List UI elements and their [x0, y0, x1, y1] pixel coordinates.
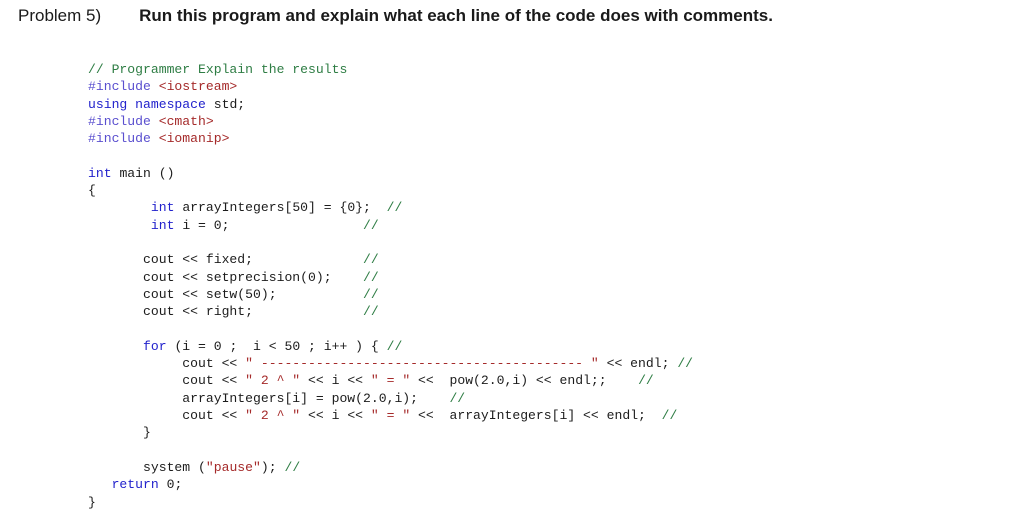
code-line: int i = 0; // — [88, 217, 693, 234]
code-token-keyword: int — [150, 217, 183, 233]
code-token-header: <iomanip> — [158, 131, 230, 147]
code-line: cout << " ------------------------------… — [88, 355, 693, 372]
code-line: cout << fixed; // — [88, 251, 693, 268]
code-token-plain: cout << right; — [88, 304, 254, 320]
code-token-comment: // — [386, 338, 403, 354]
code-token-comment: // — [661, 408, 678, 424]
code-token-string: " --------------------------------------… — [245, 356, 599, 372]
code-token-plain: cout << fixed; — [88, 252, 254, 268]
code-token-plain: arrayIntegers[i] = pow(2.0,i); — [88, 390, 450, 406]
code-token-comment: // — [677, 356, 694, 372]
code-token-comment: // — [363, 286, 379, 302]
question-prompt-text: Run this program and explain what each l… — [139, 6, 773, 25]
code-token-pre: #include — [88, 79, 159, 95]
code-token-plain: i = 0; — [182, 217, 230, 233]
code-line: #include <iostream> — [88, 78, 693, 95]
code-token-keyword: for — [143, 338, 175, 354]
code-listing: // Programmer Explain the results #includ… — [88, 61, 693, 511]
code-token-pre: #include — [88, 113, 159, 129]
code-token-plain: << pow(2.0,i) << endl;; — [410, 373, 639, 389]
code-token-header: <iostream> — [158, 79, 238, 95]
code-line: int main () — [88, 165, 693, 182]
code-token-comment: // — [363, 304, 379, 320]
code-line: return 0; — [88, 476, 693, 493]
code-token-comment: // — [363, 269, 379, 285]
code-line: system ("pause"); // — [88, 459, 693, 476]
code-token-plain: cout << — [88, 408, 246, 424]
code-line: cout << " 2 ^ " << i << " = " << pow(2.0… — [88, 372, 693, 389]
code-token-plain: ); — [260, 459, 285, 475]
code-line: } — [88, 494, 693, 511]
code-token-comment: // — [363, 217, 379, 233]
code-token-plain: << arrayIntegers[i] << endl; — [410, 408, 662, 424]
code-line: { — [88, 182, 693, 199]
code-token-plain: { — [88, 183, 96, 199]
code-token-plain: << endl; — [598, 356, 678, 372]
code-token-comment: // — [449, 390, 466, 406]
code-line: cout << setw(50); // — [88, 286, 693, 303]
code-line: #include <cmath> — [88, 113, 693, 130]
code-token-plain: main () — [119, 165, 175, 181]
code-token-plain: 0; — [166, 477, 183, 493]
code-token-plain: (i = 0 ; i < 50 ; i++ ) { — [174, 338, 387, 354]
code-token-comment: // — [386, 200, 403, 216]
code-token-plain: } — [88, 425, 151, 441]
code-token-comment: // — [284, 459, 301, 475]
code-line: using namespace std; — [88, 96, 693, 113]
question-header: Problem 5) Run this program and explain w… — [18, 4, 1008, 28]
code-line: cout << " 2 ^ " << i << " = " << arrayIn… — [88, 407, 693, 424]
code-token-plain: system ( — [88, 459, 206, 475]
code-line: cout << setprecision(0); // — [88, 269, 693, 286]
code-token-plain: cout << setw(50); — [88, 286, 277, 302]
code-token-string: " = " — [370, 373, 411, 389]
code-token-keyword: int — [150, 200, 183, 216]
code-token-plain: cout << setprecision(0); — [88, 269, 332, 285]
code-token-string: " 2 ^ " — [245, 373, 301, 389]
code-token-pre: #include — [88, 131, 159, 147]
code-line: #include <iomanip> — [88, 130, 693, 147]
code-token-plain: } — [88, 494, 96, 510]
code-token-header: <cmath> — [158, 113, 214, 129]
code-token-plain: << i << — [300, 408, 371, 424]
page-root: Problem 5) Run this program and explain w… — [0, 0, 1024, 529]
code-token-keyword: int — [88, 165, 120, 181]
code-token-comment: // Programmer Explain the results — [88, 62, 348, 78]
code-token-string: " = " — [370, 408, 411, 424]
code-token-plain: std; — [213, 96, 246, 112]
code-token-keyword: return — [111, 477, 167, 493]
code-token-plain: cout << — [88, 373, 246, 389]
code-line: // Programmer Explain the results — [88, 61, 693, 78]
code-line: int arrayIntegers[50] = {0}; // — [88, 199, 693, 216]
code-token-keyword: using namespace — [88, 96, 214, 112]
code-line: for (i = 0 ; i < 50 ; i++ ) { // — [88, 338, 693, 355]
code-token-plain: arrayIntegers[50] = {0}; — [182, 200, 387, 216]
code-token-plain: cout << — [88, 356, 246, 372]
code-line: arrayIntegers[i] = pow(2.0,i); // — [88, 390, 693, 407]
code-line: } — [88, 424, 693, 441]
code-token-string: "pause" — [205, 459, 261, 475]
code-token-comment: // — [363, 252, 379, 268]
code-token-comment: // — [638, 373, 654, 389]
code-token-string: " 2 ^ " — [245, 408, 301, 424]
question-number-label: Problem 5) — [18, 6, 102, 25]
code-token-plain: << i << — [300, 373, 371, 389]
code-line: cout << right; // — [88, 303, 693, 320]
